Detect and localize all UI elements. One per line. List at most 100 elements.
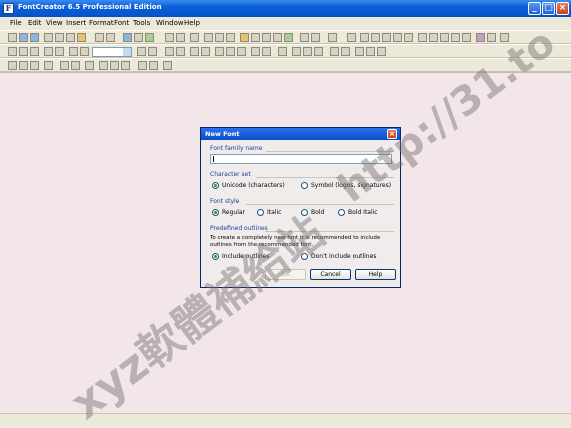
glyph-icon[interactable] <box>145 33 154 42</box>
menu-edit[interactable]: Edit <box>28 19 42 27</box>
print-icon[interactable] <box>44 33 53 42</box>
skew-icon[interactable] <box>404 33 413 42</box>
align-right-icon[interactable] <box>440 33 449 42</box>
redo-icon[interactable] <box>106 33 115 42</box>
minimize-button[interactable]: _ <box>528 2 541 15</box>
rect-icon[interactable] <box>8 47 17 56</box>
style-regular-radio[interactable] <box>212 209 219 216</box>
menu-insert[interactable]: Insert <box>66 19 86 27</box>
ruler-icon[interactable] <box>215 33 224 42</box>
outline4-icon[interactable] <box>44 61 53 70</box>
arrow-icon[interactable] <box>60 61 69 70</box>
copy-icon[interactable] <box>66 33 75 42</box>
menu-file[interactable]: File <box>10 19 22 27</box>
ungroup-icon[interactable] <box>303 47 312 56</box>
charset-unicode-radio[interactable] <box>212 182 219 189</box>
mirror-icon[interactable] <box>382 33 391 42</box>
grid-icon[interactable] <box>204 33 213 42</box>
color2-icon[interactable] <box>487 33 496 42</box>
split-icon[interactable] <box>314 47 323 56</box>
fit-icon[interactable] <box>137 47 146 56</box>
rotate-icon[interactable] <box>393 33 402 42</box>
menu-format[interactable]: Format <box>89 19 114 27</box>
refresh-icon[interactable] <box>190 33 199 42</box>
flip-icon[interactable] <box>215 47 224 56</box>
cancel-button[interactable]: Cancel <box>310 269 351 280</box>
combine-icon[interactable] <box>278 47 287 56</box>
guide-icon[interactable] <box>330 47 339 56</box>
edit-icon[interactable] <box>371 33 380 42</box>
undo-arrow-icon[interactable] <box>165 33 174 42</box>
actual-size-icon[interactable] <box>148 47 157 56</box>
validate-icon[interactable] <box>284 33 293 42</box>
circle-icon[interactable] <box>237 47 246 56</box>
node-add-icon[interactable] <box>190 47 199 56</box>
ellipse-icon[interactable] <box>30 47 39 56</box>
link-icon[interactable] <box>138 61 147 70</box>
align-bottom-icon[interactable] <box>462 33 471 42</box>
link2-icon[interactable] <box>149 61 158 70</box>
menu-window[interactable]: Window <box>156 19 184 27</box>
open-icon[interactable] <box>19 33 28 42</box>
snap-icon[interactable] <box>355 47 364 56</box>
close-button[interactable]: × <box>556 2 569 15</box>
arrow2-icon[interactable] <box>71 61 80 70</box>
menu-help[interactable]: Help <box>184 19 200 27</box>
hint-icon[interactable] <box>273 33 282 42</box>
snap2-icon[interactable] <box>366 47 375 56</box>
save-icon[interactable] <box>30 33 39 42</box>
snap3-icon[interactable] <box>377 47 386 56</box>
outline2-icon[interactable] <box>19 61 28 70</box>
color-icon[interactable] <box>476 33 485 42</box>
paste-icon[interactable] <box>77 33 86 42</box>
arrow4-icon[interactable] <box>99 61 108 70</box>
arrow5-icon[interactable] <box>110 61 119 70</box>
new-icon[interactable] <box>8 33 17 42</box>
knife-icon[interactable] <box>55 47 64 56</box>
style-bold-italic-radio[interactable] <box>338 209 345 216</box>
outline3-icon[interactable] <box>30 61 39 70</box>
pen-icon[interactable] <box>240 33 249 42</box>
align-top-icon[interactable] <box>451 33 460 42</box>
align-left-icon[interactable] <box>429 33 438 42</box>
zoom-in-icon[interactable] <box>69 47 78 56</box>
layout-icon[interactable] <box>347 33 356 42</box>
node-del-icon[interactable] <box>201 47 210 56</box>
menu-tools[interactable]: Tools <box>133 19 150 27</box>
scale-icon[interactable] <box>418 33 427 42</box>
menu-view[interactable]: View <box>46 19 63 27</box>
find-icon[interactable] <box>134 33 143 42</box>
group-icon[interactable] <box>292 47 301 56</box>
charset-symbol-radio[interactable] <box>301 182 308 189</box>
node-icon[interactable] <box>251 33 260 42</box>
kern-icon[interactable] <box>360 33 369 42</box>
preview-icon[interactable] <box>300 33 309 42</box>
select-icon[interactable] <box>328 33 337 42</box>
style-italic-radio[interactable] <box>257 209 264 216</box>
redo-arrow-icon[interactable] <box>176 33 185 42</box>
pencil-icon[interactable] <box>44 47 53 56</box>
arrow3-icon[interactable] <box>85 61 94 70</box>
contour-icon[interactable] <box>262 33 271 42</box>
undo-icon[interactable] <box>95 33 104 42</box>
outline-icon[interactable] <box>8 61 17 70</box>
frame2-icon[interactable] <box>262 47 271 56</box>
zoom-out-icon[interactable] <box>80 47 89 56</box>
info-icon[interactable] <box>311 33 320 42</box>
title-bar: F FontCreator 6.5 Professional Edition _… <box>0 0 571 17</box>
guide2-icon[interactable] <box>341 47 350 56</box>
more-icon[interactable] <box>163 61 172 70</box>
arrow6-icon[interactable] <box>121 61 130 70</box>
maximize-button[interactable]: □ <box>542 2 555 15</box>
cut-icon[interactable] <box>55 33 64 42</box>
lasso-icon[interactable] <box>19 47 28 56</box>
line-icon[interactable] <box>165 47 174 56</box>
metrics-icon[interactable] <box>226 33 235 42</box>
zoom-combo[interactable] <box>92 47 132 57</box>
zoom-icon[interactable] <box>123 33 132 42</box>
help-button[interactable]: Help <box>355 269 396 280</box>
curve-icon[interactable] <box>176 47 185 56</box>
menu-font[interactable]: Font <box>114 19 129 27</box>
frame-icon[interactable] <box>251 47 260 56</box>
box-icon[interactable] <box>226 47 235 56</box>
